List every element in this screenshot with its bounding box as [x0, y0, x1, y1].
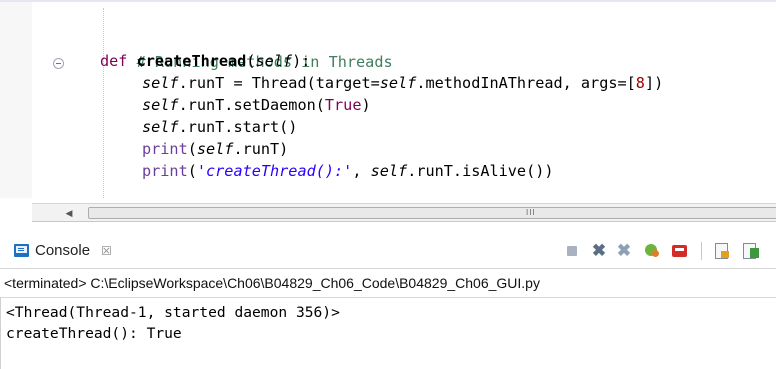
- code-text: ]): [644, 74, 664, 92]
- code-text: .runT.start(): [178, 118, 298, 136]
- code-text: ): [361, 96, 371, 114]
- scroll-lock-icon[interactable]: [713, 242, 731, 260]
- code-line-print1[interactable]: print(self.runT): [142, 138, 288, 160]
- toolbar-separator: [701, 242, 702, 260]
- code-line-assign[interactable]: self.runT = Thread(target=self.methodInA…: [142, 72, 663, 94]
- fold-collapse-icon[interactable]: [53, 58, 64, 69]
- remove-all-terminated-icon[interactable]: ✖: [615, 242, 633, 260]
- pin-console-icon[interactable]: [671, 242, 689, 260]
- code-number: 8: [635, 74, 645, 92]
- code-text: .runT.setDaemon(: [178, 96, 325, 114]
- code-self: self: [196, 140, 234, 158]
- console-icon: [14, 244, 29, 257]
- terminate-icon[interactable]: [563, 242, 581, 260]
- console-tab-label: Console: [35, 242, 91, 259]
- console-left-border: [0, 297, 1, 369]
- console-output-line: <Thread(Thread-1, started daemon 356)>: [6, 304, 340, 321]
- code-paren-close: ):: [292, 52, 311, 70]
- console-output-line: createThread(): True: [6, 325, 182, 342]
- code-string: 'createThread():': [196, 162, 353, 180]
- code-text: ,: [352, 162, 371, 180]
- code-builtin-print: print: [142, 140, 188, 158]
- code-builtin-print: print: [142, 162, 188, 180]
- code-text: .runT): [233, 140, 289, 158]
- scroll-grip-icon: III: [526, 208, 536, 217]
- console-toolbar: ✖ ✖: [563, 239, 776, 263]
- scroll-thumb[interactable]: III: [88, 207, 776, 219]
- code-text: .runT.isAlive()): [407, 162, 554, 180]
- console-view-header: Console ☒ ✖ ✖: [0, 235, 776, 267]
- code-text: .methodInAThread, args=[: [416, 74, 636, 92]
- editor-ruler: [0, 2, 32, 198]
- code-keyword-true: True: [324, 96, 362, 114]
- code-text: .runT = Thread(target=: [178, 74, 380, 92]
- code-function-name: createThread: [136, 52, 247, 70]
- code-editor[interactable]: # Running methods in Threads def createT…: [0, 0, 776, 203]
- code-self: self: [142, 96, 179, 114]
- code-line-daemon[interactable]: self.runT.setDaemon(True): [142, 94, 371, 116]
- close-icon[interactable]: ☒: [101, 243, 112, 259]
- scroll-left-arrow-icon[interactable]: ◀: [60, 206, 78, 220]
- tab-console[interactable]: Console ☒: [0, 235, 150, 267]
- console-status-bar: <terminated> C:\EclipseWorkspace\Ch06\B0…: [0, 268, 776, 296]
- code-keyword-def: def: [100, 52, 128, 70]
- horizontal-scrollbar[interactable]: ◀ III: [32, 203, 776, 222]
- code-line-print2[interactable]: print('createThread():', self.runT.isAli…: [142, 160, 554, 182]
- code-line-def[interactable]: def createThread(self):: [100, 50, 310, 72]
- code-self: self: [370, 162, 408, 180]
- run-icon[interactable]: [643, 242, 661, 260]
- code-param-self: self: [255, 52, 293, 70]
- code-self: self: [379, 74, 417, 92]
- process-status-text: <terminated> C:\EclipseWorkspace\Ch06\B0…: [4, 275, 540, 291]
- code-text: (: [187, 162, 197, 180]
- word-wrap-icon[interactable]: [741, 242, 759, 260]
- code-text: (: [187, 140, 197, 158]
- code-line-start[interactable]: self.runT.start(): [142, 116, 297, 138]
- editor-top-border: [0, 0, 776, 2]
- remove-launch-icon[interactable]: ✖: [590, 242, 608, 260]
- console-output[interactable]: <Thread(Thread-1, started daemon 356)> c…: [0, 297, 776, 369]
- code-self: self: [142, 74, 179, 92]
- code-self: self: [142, 118, 179, 136]
- code-line-comment[interactable]: # Running methods in Threads: [100, 29, 393, 71]
